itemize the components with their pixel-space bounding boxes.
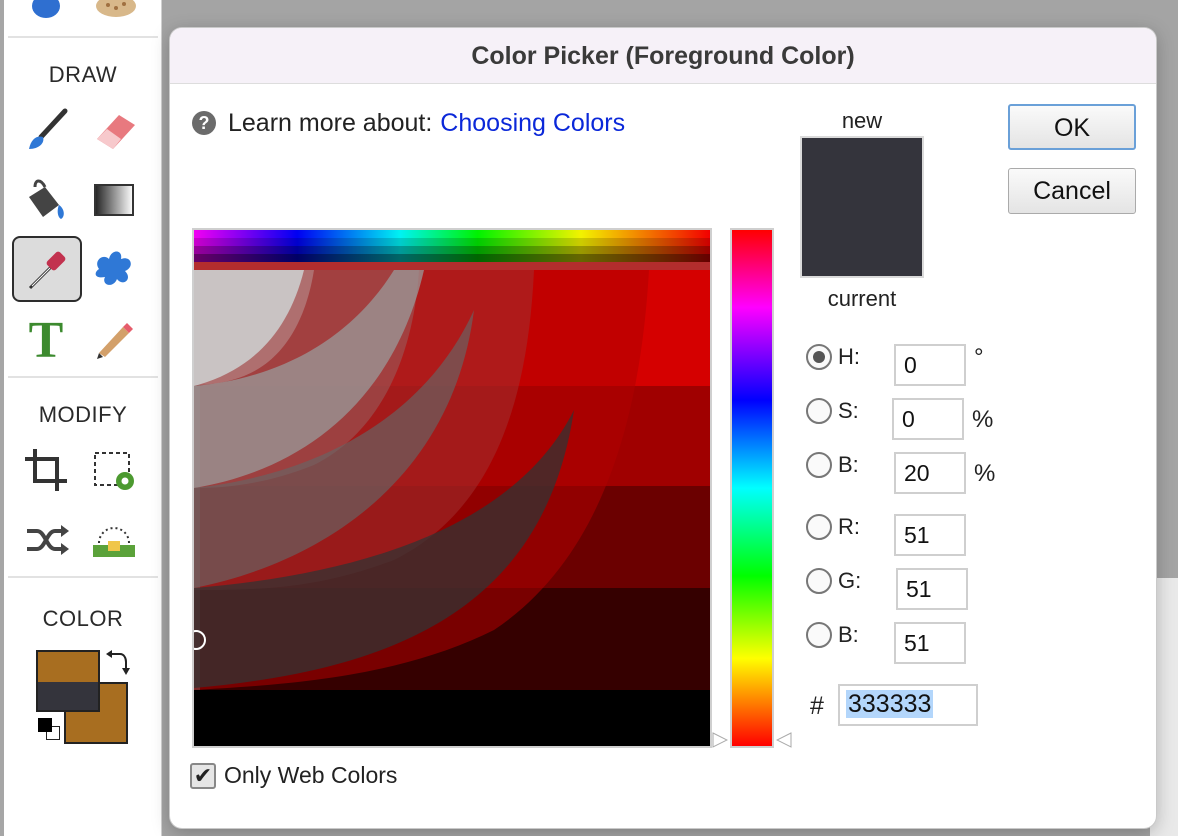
hex-input[interactable]: 333333 <box>838 684 978 726</box>
r-radio[interactable] <box>806 514 832 540</box>
blue-label: B: <box>838 622 859 647</box>
pencil-icon <box>97 323 133 359</box>
g-row: G: <box>806 558 878 604</box>
palette-divider <box>8 576 158 578</box>
gradient-tool[interactable] <box>82 168 146 232</box>
eraser-icon <box>97 115 135 149</box>
palette-divider <box>8 376 158 378</box>
eyedropper-tool[interactable] <box>12 236 82 302</box>
gradient-icon <box>94 184 134 216</box>
color-field[interactable] <box>192 228 712 748</box>
swap-colors-icon[interactable] <box>104 648 132 676</box>
help-prefix: Learn more about: <box>228 108 433 137</box>
blue-row: B: <box>806 612 878 658</box>
b-radio[interactable] <box>806 452 832 478</box>
hue-pointer-icon[interactable] <box>776 732 792 748</box>
r-label: R: <box>838 514 860 539</box>
crop-tool[interactable] <box>14 438 78 502</box>
text-icon: T <box>29 313 64 363</box>
s-input[interactable]: 0 <box>892 398 964 440</box>
blur-icon <box>95 251 131 285</box>
color-preview-swatch <box>800 136 924 278</box>
brightness-input[interactable]: 20 <box>894 452 966 494</box>
palette-top-icons <box>32 0 136 18</box>
eyedropper-icon <box>28 251 66 290</box>
svg-text:T: T <box>29 313 64 363</box>
paintbrush-icon <box>29 108 68 149</box>
h-label: H: <box>838 344 860 369</box>
color-section-title: COLOR <box>42 606 124 631</box>
palette-top-tools <box>4 0 162 36</box>
h-radio[interactable] <box>806 344 832 370</box>
draw-section-title: DRAW <box>48 62 118 87</box>
modify-section-title: MODIFY <box>38 402 128 427</box>
ok-button[interactable]: OK <box>1008 104 1136 150</box>
shuffle-icon <box>27 525 69 555</box>
crop-icon <box>25 449 67 491</box>
level-icon <box>93 527 135 557</box>
h-input[interactable]: 0 <box>894 344 966 386</box>
eraser-tool[interactable] <box>82 98 146 162</box>
foreground-color-swatch[interactable] <box>36 650 100 712</box>
b-label: B: <box>838 452 859 477</box>
pencil-tool[interactable] <box>82 306 146 370</box>
b-row: B: <box>806 442 878 488</box>
hex-value: 333333 <box>846 690 934 718</box>
paintbrush-tool[interactable] <box>14 98 78 162</box>
r-input[interactable]: 51 <box>894 514 966 556</box>
help-row: ? Learn more about: Choosing Colors <box>192 108 625 138</box>
current-label: current <box>827 286 897 311</box>
hue-slider-gradient <box>732 230 772 746</box>
color-field-gradient <box>194 230 710 746</box>
hue-slider[interactable] <box>730 228 774 748</box>
h-row: H: <box>806 334 878 380</box>
s-label: S: <box>838 398 859 423</box>
selection-settings-icon <box>94 452 134 490</box>
s-row: S: <box>806 388 878 434</box>
r-row: R: <box>806 504 878 550</box>
paint-bucket-icon <box>29 179 64 219</box>
tool-palette: DRAW T MODIFY COLOR <box>4 0 162 836</box>
default-colors-icon[interactable] <box>36 716 64 744</box>
blue-radio[interactable] <box>806 622 832 648</box>
field-pointer-icon <box>712 732 728 748</box>
color-picker-dialog: Color Picker (Foreground Color) ? Learn … <box>170 28 1156 828</box>
help-icon[interactable]: ? <box>192 111 216 135</box>
text-tool[interactable]: T <box>14 306 78 370</box>
color-swatches[interactable] <box>34 648 134 746</box>
only-web-colors-row: ✔ Only Web Colors <box>190 762 397 789</box>
selection-settings-tool[interactable] <box>82 438 146 502</box>
new-label: new <box>841 108 883 133</box>
only-web-colors-label: Only Web Colors <box>224 762 398 788</box>
hex-hash-label: # <box>810 692 824 720</box>
s-radio[interactable] <box>806 398 832 424</box>
s-unit: % <box>972 406 994 433</box>
foreground-color-fill <box>38 682 98 710</box>
cancel-button[interactable]: Cancel <box>1008 168 1136 214</box>
palette-divider <box>8 36 158 38</box>
blue-input[interactable]: 51 <box>894 622 966 664</box>
dialog-title: Color Picker (Foreground Color) <box>170 28 1156 84</box>
blur-tool[interactable] <box>82 236 146 300</box>
g-input[interactable]: 51 <box>896 568 968 610</box>
g-radio[interactable] <box>806 568 832 594</box>
h-unit: ° <box>974 344 984 371</box>
shuffle-tool[interactable] <box>14 508 78 572</box>
choosing-colors-link[interactable]: Choosing Colors <box>440 109 625 138</box>
paint-bucket-tool[interactable] <box>14 168 78 232</box>
g-label: G: <box>838 568 862 593</box>
b-unit: % <box>974 460 996 487</box>
level-tool[interactable] <box>82 508 146 572</box>
only-web-colors-checkbox[interactable]: ✔ <box>190 762 216 789</box>
